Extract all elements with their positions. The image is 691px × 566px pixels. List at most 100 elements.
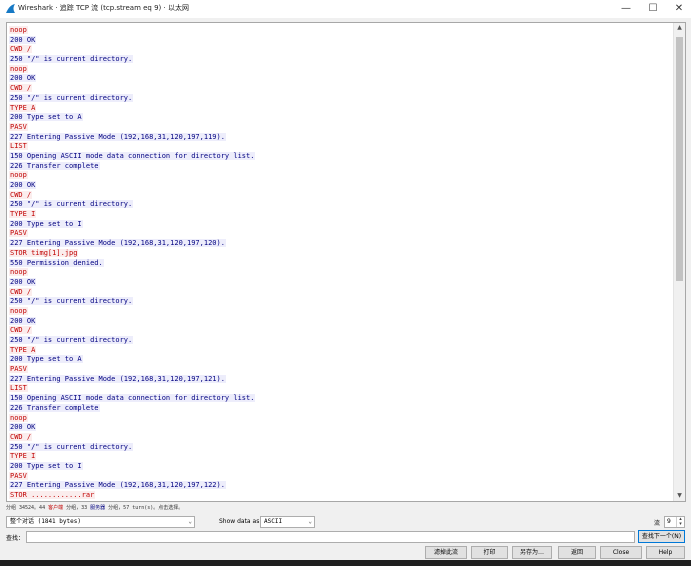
client-line: noop	[9, 26, 674, 36]
server-line: 227 Entering Passive Mode (192,168,31,12…	[9, 132, 674, 143]
server-line: 150 Opening BINARY mode data connection …	[9, 500, 674, 501]
stream-line-text: 150 Opening BINARY mode data connection …	[9, 500, 256, 501]
client-line: STOR ............rar	[9, 491, 674, 501]
stream-line-text: noop	[9, 64, 28, 73]
stream-line-text: 227 Entering Passive Mode (192,168,31,12…	[9, 239, 226, 248]
stream-line-text: noop	[9, 268, 28, 277]
stream-line-text: 550 Permission denied.	[9, 258, 104, 267]
chevron-down-icon: ⌄	[188, 518, 192, 525]
scroll-down-icon[interactable]: ▼	[674, 491, 685, 501]
window-title: Wireshark · 追踪 TCP 流 (tcp.stream eq 9) ·…	[18, 4, 189, 12]
status-suffix: 分组，57 turn(s)。点击选择。	[105, 505, 184, 511]
server-line: 200 OK	[9, 74, 674, 84]
client-line: CWD /	[9, 190, 674, 201]
server-line: 227 Entering Passive Mode (192,168,31,12…	[9, 481, 674, 491]
stream-number-value: 9	[667, 518, 671, 525]
server-line: 200 Type set to A	[9, 113, 674, 123]
close-window-button[interactable]: ✕	[666, 0, 691, 18]
client-line: noop	[9, 413, 674, 424]
server-line: 227 Entering Passive Mode (192,168,31,12…	[9, 374, 674, 385]
stream-text[interactable]: noop 200 OK CWD /250 "/" is current direct…	[9, 26, 674, 501]
stream-line-text: PASV	[9, 365, 28, 374]
close-button[interactable]: Close	[600, 546, 642, 559]
stream-line-text: 250 "/" is current directory.	[9, 200, 134, 209]
show-data-select[interactable]: ASCII ⌄	[260, 516, 315, 528]
client-line: PASV	[9, 365, 674, 375]
scrollbar-thumb[interactable]	[676, 37, 683, 281]
show-data-label: Show data as	[219, 518, 260, 525]
client-line: CWD /	[9, 326, 674, 336]
vertical-scrollbar[interactable]: ▲ ▼	[673, 23, 685, 501]
stream-line-text: LIST	[9, 142, 28, 151]
server-line: 200 OK	[9, 181, 674, 191]
stream-line-text: noop	[9, 26, 28, 34]
help-button[interactable]: Help	[646, 546, 685, 559]
title-bar: Wireshark · 追踪 TCP 流 (tcp.stream eq 9) ·…	[0, 0, 691, 18]
server-line: 200 OK	[9, 316, 674, 327]
server-line: 200 OK	[9, 277, 674, 288]
server-line: 200 Type set to A	[9, 355, 674, 365]
client-line: TYPE I	[9, 210, 674, 220]
save-as-button[interactable]: 另存为…	[512, 546, 552, 559]
stream-line-text: TYPE I	[9, 210, 37, 219]
client-line: noop	[9, 306, 674, 317]
stream-line-text: 200 Type set to A	[9, 355, 83, 364]
server-line: 250 "/" is current directory.	[9, 297, 674, 307]
stream-line-text: 227 Entering Passive Mode (192,168,31,12…	[9, 374, 226, 383]
find-next-button[interactable]: 查找下一个(N)	[638, 530, 685, 543]
stream-line-text: 200 OK	[9, 74, 37, 83]
status-mid: 分组，33	[63, 505, 91, 511]
server-line: 200 OK	[9, 35, 674, 46]
server-line: 250 "/" is current directory.	[9, 55, 674, 65]
stream-line-text: 200 OK	[9, 316, 37, 325]
stream-line-text: STOR timg[1].jpg	[9, 248, 79, 257]
spin-arrows-icon[interactable]: ▴ ▾	[676, 517, 684, 527]
maximize-button[interactable]: ☐	[640, 0, 666, 18]
stream-line-text: PASV	[9, 471, 28, 480]
filter-out-button[interactable]: 滤掉此流	[425, 546, 467, 559]
status-client-label: 客户端	[48, 505, 64, 511]
stream-line-text: 250 "/" is current directory.	[9, 442, 134, 451]
stream-line-text: 227 Entering Passive Mode (192,168,31,12…	[9, 132, 226, 141]
stream-line-text: CWD /	[9, 190, 33, 199]
server-line: 150 Opening ASCII mode data connection f…	[9, 151, 674, 162]
client-line: TYPE I	[9, 452, 674, 462]
stream-line-text: TYPE A	[9, 103, 37, 112]
client-line: CWD /	[9, 45, 674, 55]
server-line: 200 Type set to I	[9, 461, 674, 472]
scroll-up-icon[interactable]: ▲	[674, 23, 685, 33]
stream-content-pane[interactable]: noop 200 OK CWD /250 "/" is current direct…	[6, 22, 686, 502]
server-line: 150 Opening ASCII mode data connection f…	[9, 394, 674, 404]
stream-number-spinbox[interactable]: 9 ▴ ▾	[664, 516, 685, 528]
stream-line-text: CWD /	[9, 84, 33, 93]
stream-line-text: LIST	[9, 384, 28, 393]
stream-line-text: 200 OK	[9, 181, 37, 189]
server-line: 550 Permission denied.	[9, 258, 674, 269]
stream-line-text: STOR ............rar	[9, 491, 96, 499]
server-line: 226 Transfer complete	[9, 161, 674, 172]
minimize-button[interactable]: —	[613, 0, 639, 18]
stream-line-text: CWD /	[9, 326, 33, 335]
print-button[interactable]: 打印	[471, 546, 508, 559]
stream-line-text: 200 OK	[9, 35, 37, 44]
stream-line-text: noop	[9, 413, 28, 422]
client-line: LIST	[9, 384, 674, 394]
stream-line-text: CWD /	[9, 432, 33, 441]
client-line: PASV	[9, 471, 674, 482]
stream-line-text: PASV	[9, 229, 28, 238]
find-label: 查找：	[6, 535, 25, 542]
stream-line-text: 250 "/" is current directory.	[9, 297, 134, 306]
server-line: 200 OK	[9, 423, 674, 433]
packet-status-text: 分组 34524。44 客户端 分组，33 服务器 分组，57 turn(s)。…	[6, 504, 183, 511]
client-line: CWD /	[9, 432, 674, 443]
taskbar-strip	[0, 560, 691, 566]
client-line: PASV	[9, 229, 674, 239]
find-input[interactable]	[26, 531, 635, 543]
server-line: 250 "/" is current directory.	[9, 442, 674, 453]
server-line: 227 Entering Passive Mode (192,168,31,12…	[9, 239, 674, 249]
back-button[interactable]: 返回	[558, 546, 596, 559]
client-line: noop	[9, 171, 674, 181]
conversation-select[interactable]: 整个对话 (1841 bytes) ⌄	[6, 516, 195, 528]
status-prefix: 分组 34524。44	[6, 505, 49, 511]
stream-line-text: PASV	[9, 122, 28, 131]
